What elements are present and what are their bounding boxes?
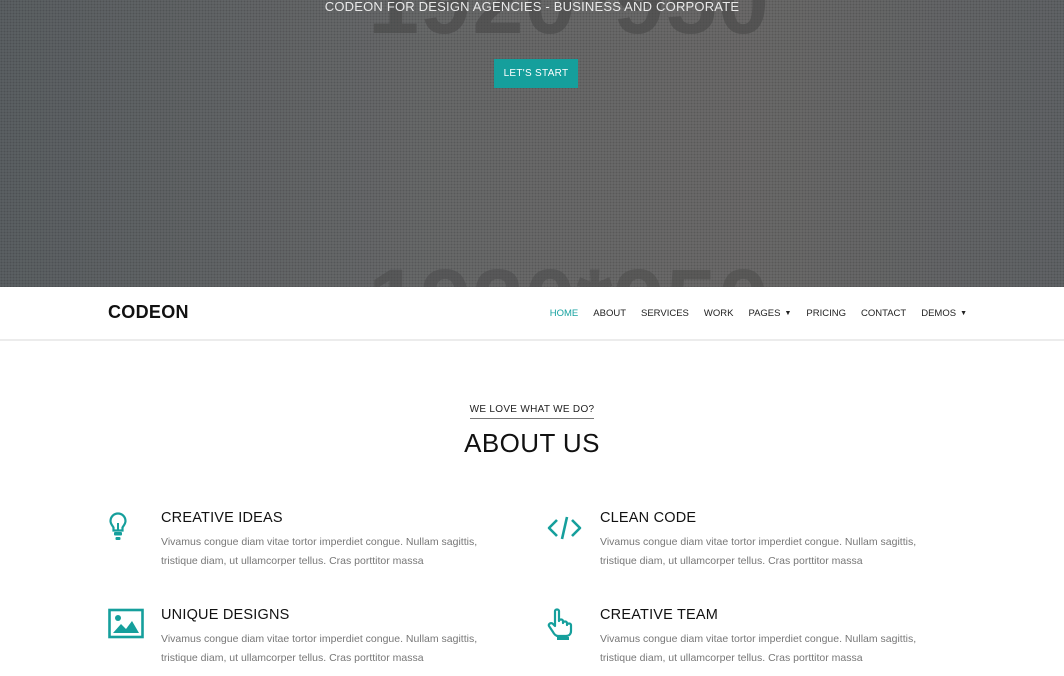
- code-icon: [547, 516, 582, 540]
- caret-down-icon: ▼: [960, 309, 967, 317]
- nav-item-label: ABOUT: [593, 307, 626, 319]
- feature-title: CREATIVE IDEAS: [161, 510, 283, 526]
- nav-item-services[interactable]: SERVICES: [641, 308, 689, 319]
- feature-title: CLEAN CODE: [600, 510, 697, 526]
- image-icon: [108, 608, 144, 639]
- nav-item-work[interactable]: WORK: [704, 308, 734, 319]
- nav-item-label: DEMOS: [921, 307, 957, 319]
- main-nav: HOME ABOUT SERVICES WORK PAGES ▼ PRICING …: [535, 287, 967, 339]
- nav-item-home[interactable]: HOME: [550, 308, 579, 319]
- nav-item-label: PRICING: [806, 307, 846, 319]
- nav-item-pages[interactable]: PAGES ▼: [748, 308, 791, 319]
- feature-text: Vivamus congue diam vitae tortor imperdi…: [600, 633, 917, 664]
- hand-pointer-icon: [547, 608, 573, 640]
- hero-bg-watermark-bottom: 1920*950: [368, 250, 769, 287]
- navbar: CODEON HOME ABOUT SERVICES WORK PAGES ▼ P…: [0, 287, 1064, 341]
- nav-item-demos[interactable]: DEMOS ▼: [921, 308, 967, 319]
- nav-item-about[interactable]: ABOUT: [593, 308, 626, 319]
- nav-item-contact[interactable]: CONTACT: [861, 308, 906, 319]
- feature-title: CREATIVE TEAM: [600, 607, 719, 623]
- lightbulb-icon: [109, 512, 127, 540]
- lets-start-button[interactable]: LET'S START: [494, 59, 578, 88]
- about-title: ABOUT US: [464, 428, 600, 458]
- nav-item-pricing[interactable]: PRICING: [806, 308, 846, 319]
- nav-item-label: CONTACT: [861, 307, 907, 319]
- feature-text: Vivamus congue diam vitae tortor imperdi…: [161, 633, 478, 664]
- feature-text: Vivamus congue diam vitae tortor imperdi…: [600, 536, 917, 567]
- about-eyebrow: WE LOVE WHAT WE DO?: [0, 404, 1064, 419]
- nav-item-label: WORK: [703, 307, 734, 319]
- caret-down-icon: ▼: [784, 309, 792, 317]
- feature-title: UNIQUE DESIGNS: [161, 607, 290, 623]
- hero-subtitle: CODEON FOR DESIGN AGENCIES - BUSINESS AN…: [324, 0, 740, 14]
- hero-section: 1920*950 1920*950 CODEON FOR DESIGN AGEN…: [0, 0, 1064, 287]
- feature-text: Vivamus congue diam vitae tortor imperdi…: [161, 536, 478, 567]
- nav-item-label: HOME: [549, 307, 579, 319]
- nav-item-label: PAGES: [748, 307, 781, 319]
- about-eyebrow-text: WE LOVE WHAT WE DO?: [469, 404, 595, 419]
- site-logo[interactable]: CODEON: [108, 302, 189, 323]
- nav-item-label: SERVICES: [641, 307, 689, 319]
